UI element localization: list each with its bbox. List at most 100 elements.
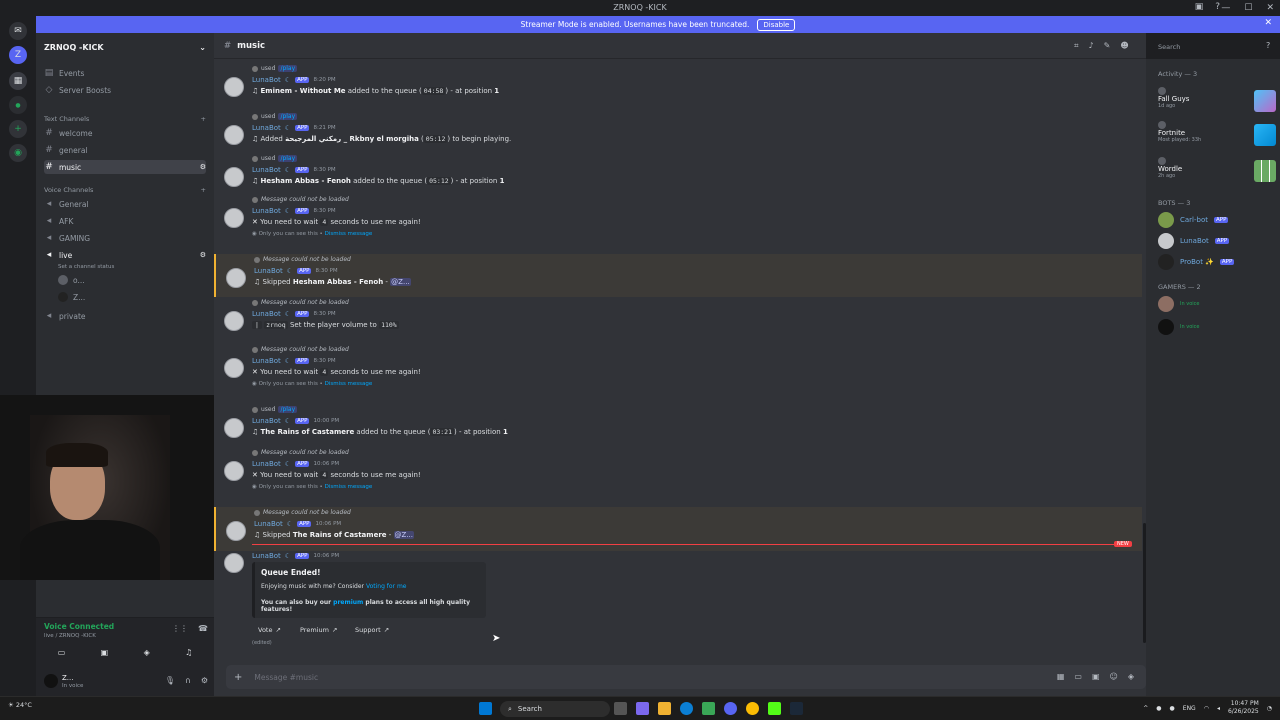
task-view-icon[interactable]	[614, 702, 627, 715]
settings-gear-icon[interactable]: ⚙	[200, 163, 206, 171]
explore-icon[interactable]: ◉	[9, 144, 27, 162]
steam-icon[interactable]	[790, 702, 803, 715]
author-name[interactable]: LunaBot	[252, 166, 281, 174]
pin-icon[interactable]: ✎	[1104, 41, 1111, 51]
author-name[interactable]: LunaBot	[254, 267, 283, 275]
voice-channel-general[interactable]: ◂ General	[44, 197, 206, 211]
reply-context[interactable]: Message could not be loaded	[252, 346, 349, 353]
voice-user-2[interactable]: Z...	[58, 290, 220, 304]
author-name[interactable]: LunaBot	[252, 76, 281, 84]
microphone-tray-icon[interactable]: ●	[1170, 705, 1175, 712]
author-name[interactable]: LunaBot	[252, 310, 281, 318]
disable-streamer-mode-button[interactable]: Disable	[757, 18, 796, 31]
headphones-icon[interactable]: ∩	[185, 676, 191, 685]
user-mention[interactable]: @Z...	[393, 531, 414, 539]
volume-icon[interactable]: ◂	[1217, 705, 1220, 712]
message[interactable]: used/play LunaBot ☾ APP 10:00 PM ♫ The Rains …	[214, 404, 1142, 447]
author-name[interactable]: LunaBot	[252, 552, 281, 560]
member-gamer-1[interactable]: In voice	[1158, 296, 1276, 312]
help-icon[interactable]: ?	[1266, 41, 1270, 50]
voice-channel-afk[interactable]: ◂ AFK	[44, 214, 206, 228]
author-name[interactable]: LunaBot	[252, 357, 281, 365]
slash-command[interactable]: /play	[278, 406, 298, 413]
vote-button[interactable]: Vote ↗	[258, 623, 281, 637]
minimize-button[interactable]: —	[1221, 3, 1230, 13]
language-indicator[interactable]: ENG	[1183, 705, 1196, 712]
windows-start-icon[interactable]	[479, 702, 492, 715]
settings-gear-icon[interactable]: ⚙	[200, 251, 206, 259]
reply-context[interactable]: used/play	[252, 406, 298, 413]
notifications-icon[interactable]: ◔	[1267, 705, 1272, 712]
bot-avatar[interactable]	[224, 418, 244, 438]
author-name[interactable]: LunaBot	[252, 460, 281, 468]
voice-user-1[interactable]: o...	[58, 273, 220, 287]
banner-close-icon[interactable]: ✕	[1264, 18, 1272, 28]
voice-channel-path[interactable]: live / ZRNOQ -KICK	[44, 633, 96, 639]
voice-channel-gaming[interactable]: ◂ GAMING	[44, 231, 206, 245]
message[interactable]: Message could not be loaded LunaBot ☾ APP 8:…	[214, 194, 1142, 254]
gif-icon[interactable]: ▭	[1074, 672, 1082, 681]
add-channel-icon[interactable]: +	[201, 186, 206, 194]
member-probot[interactable]: ProBot ✨ APP	[1158, 254, 1276, 270]
reply-context[interactable]: Message could not be loaded	[254, 256, 351, 263]
bot-avatar[interactable]	[226, 268, 246, 288]
reply-context[interactable]: Message could not be loaded	[252, 196, 349, 203]
discord-home-icon[interactable]: ✉	[9, 22, 27, 40]
events-item[interactable]: ▤ Events	[44, 66, 206, 80]
bot-avatar[interactable]	[224, 553, 244, 573]
bot-avatar[interactable]	[224, 208, 244, 228]
slash-command[interactable]: /play	[278, 113, 298, 120]
bot-avatar[interactable]	[224, 77, 244, 97]
support-button[interactable]: Support ↗	[355, 623, 389, 637]
add-channel-icon[interactable]: +	[201, 115, 206, 123]
message-input[interactable]: Message #music	[254, 673, 318, 682]
message-composer[interactable]: + Message #music	[226, 665, 1146, 689]
bot-avatar[interactable]	[224, 358, 244, 378]
wifi-icon[interactable]: ◠	[1204, 705, 1209, 712]
vote-link[interactable]: Voting for me	[366, 583, 407, 590]
reply-context[interactable]: used/play	[252, 155, 298, 162]
author-name[interactable]: LunaBot	[254, 520, 283, 528]
members-icon[interactable]: ☻	[1120, 41, 1128, 51]
bot-avatar[interactable]	[224, 167, 244, 187]
add-server-icon[interactable]: +	[9, 120, 27, 138]
dismiss-message-link[interactable]: Dismiss message	[325, 231, 373, 237]
user-mention[interactable]: @Z...	[390, 278, 411, 286]
server-icon-2[interactable]: ▦	[9, 72, 27, 90]
channel-music[interactable]: # music ⚙	[44, 160, 206, 174]
dismiss-message-link[interactable]: Dismiss message	[325, 381, 373, 387]
camera-off-icon[interactable]: ▭	[58, 648, 66, 657]
text-channels-category[interactable]: Text Channels +	[44, 115, 206, 123]
slash-command[interactable]: /play	[278, 155, 298, 162]
message[interactable]: Message could not be loaded LunaBot ☾ APP 8:…	[214, 297, 1142, 344]
emoji-icon[interactable]: ☺	[1110, 672, 1118, 681]
chrome-icon[interactable]	[746, 702, 759, 715]
inbox-icon[interactable]: ▣	[1195, 2, 1204, 12]
bell-icon[interactable]: ♪	[1089, 41, 1094, 51]
author-name[interactable]: LunaBot	[252, 417, 281, 425]
disconnect-icon[interactable]: ☎	[198, 624, 208, 633]
member-carl-bot[interactable]: Carl-bot APP	[1158, 212, 1276, 228]
sticker-icon[interactable]: ▣	[1092, 672, 1100, 681]
message[interactable]: Message could not be loaded LunaBot ☾ APP 8:…	[214, 344, 1142, 404]
microphone-icon[interactable]: 🎙	[165, 676, 175, 685]
server-boosts-item[interactable]: ◇ Server Boosts	[44, 83, 206, 97]
maximize-button[interactable]: ☐	[1244, 3, 1252, 13]
tray-app-icon[interactable]: ●	[1156, 705, 1161, 712]
message[interactable]: used/play LunaBot ☾ APP 8:21 PM ♫ Added رمكني…	[214, 111, 1142, 153]
server-header[interactable]: ZRNOQ -KICK ⌄	[36, 33, 214, 61]
file-explorer-icon[interactable]	[658, 702, 671, 715]
reply-context[interactable]: Message could not be loaded	[254, 509, 351, 516]
bot-avatar[interactable]	[224, 311, 244, 331]
soundboard-icon[interactable]: ♫	[185, 648, 192, 657]
kick-icon[interactable]	[768, 702, 781, 715]
member-gamer-2[interactable]: In voice	[1158, 319, 1276, 335]
apps-icon[interactable]: ◈	[1128, 672, 1134, 681]
copilot-icon[interactable]	[636, 702, 649, 715]
channel-welcome[interactable]: # welcome	[44, 126, 206, 140]
message[interactable]: Message could not be loaded LunaBot ☾ APP 10…	[214, 447, 1142, 507]
dismiss-message-link[interactable]: Dismiss message	[325, 484, 373, 490]
edge-icon[interactable]	[680, 702, 693, 715]
channel-status[interactable]: Set a channel status	[58, 260, 220, 274]
reply-context[interactable]: Message could not be loaded	[252, 299, 349, 306]
